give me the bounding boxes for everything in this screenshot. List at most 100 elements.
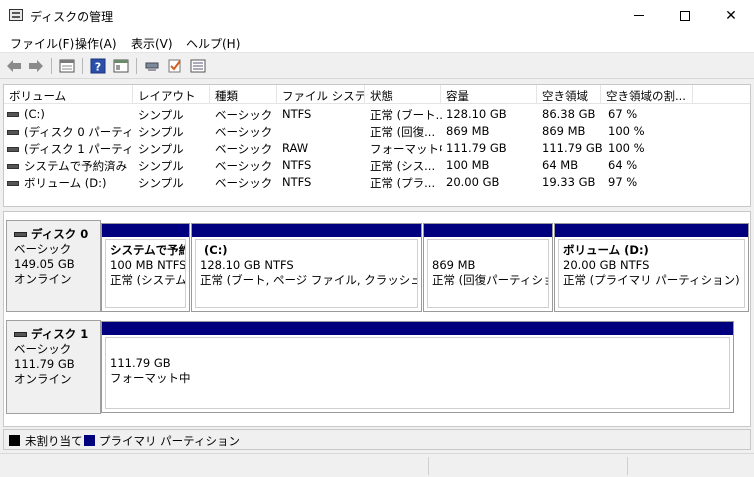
toolbar: ?: [0, 53, 754, 79]
column-header-percent-free[interactable]: 空き領域の割...: [601, 85, 693, 104]
column-header-filesystem[interactable]: ファイル システム: [277, 85, 365, 104]
column-header-capacity[interactable]: 容量: [441, 85, 537, 104]
partition-disk-1-formatting[interactable]: 111.79 GB フォーマット中: [101, 321, 734, 413]
connect-button[interactable]: [143, 57, 161, 75]
disk-0-label[interactable]: ディスク 0 ベーシック 149.05 GB オンライン: [6, 220, 101, 312]
unallocated-swatch: [9, 435, 20, 446]
volume-list-header: ボリューム レイアウト 種類 ファイル システム 状態 容量 空き領域 空き領域…: [4, 85, 750, 104]
table-row[interactable]: (ディスク 0 パーティシ... シンプル ベーシック 正常 (回復... 86…: [4, 122, 750, 140]
table-row[interactable]: (ディスク 1 パーティシ... シンプル ベーシック RAW フォーマット中 …: [4, 139, 750, 156]
volume-list[interactable]: ボリューム レイアウト 種類 ファイル システム 状態 容量 空き領域 空き領域…: [3, 84, 751, 207]
layout-cell: シンプル: [138, 125, 184, 139]
disk-graphical-view[interactable]: ディスク 0 ベーシック 149.05 GB オンライン システムで予約 100…: [3, 211, 751, 427]
layout-cell: シンプル: [138, 108, 184, 122]
partition-d-drive[interactable]: ボリューム (D:) 20.00 GB NTFS 正常 (プライマリ パーティシ…: [554, 223, 749, 312]
filesystem-cell: NTFS: [282, 107, 312, 121]
close-button[interactable]: ✕: [708, 0, 754, 31]
partition-recovery[interactable]: 869 MB 正常 (回復パーティション: [423, 223, 553, 312]
menu-bar: ファイル(F) 操作(A) 表示(V) ヘルプ(H): [0, 31, 754, 53]
check-button[interactable]: [166, 57, 184, 75]
volume-icon: [7, 112, 19, 117]
help-button[interactable]: ?: [89, 57, 107, 75]
volume-name-cell: (ディスク 0 パーティシ...: [7, 124, 133, 140]
maximize-button[interactable]: [662, 0, 708, 31]
primary-partition-bar: [424, 224, 552, 237]
disk-0-name: ディスク 0: [14, 227, 100, 242]
primary-partition-swatch: [84, 435, 95, 446]
partition-size: 869 MB: [432, 258, 476, 272]
maximize-icon: [680, 10, 690, 21]
partition-name: (C:): [204, 243, 228, 257]
type-cell: ベーシック: [215, 159, 273, 173]
disk-1-label[interactable]: ディスク 1 ベーシック 111.79 GB オンライン: [6, 320, 101, 414]
partition-c-drive[interactable]: (C:) 128.10 GB NTFS 正常 (ブート, ページ ファイル, ク…: [191, 223, 422, 312]
toolbar-separator: [51, 58, 52, 74]
volume-icon: [7, 164, 19, 169]
svg-text:?: ?: [95, 61, 101, 74]
free-space-cell: 111.79 GB: [542, 141, 602, 155]
connect-icon: [145, 62, 159, 71]
legend-bar: 未割り当て プライマリ パーティション: [3, 429, 751, 450]
forward-button[interactable]: [27, 57, 45, 75]
partition-status: 正常 (回復パーティション: [432, 273, 548, 287]
percent-free-cell: 100 %: [608, 141, 645, 155]
partition-status: フォーマット中: [110, 371, 191, 385]
partition-size: 111.79 GB: [110, 356, 171, 370]
partition-info: システムで予約 100 MB NTFS 正常 (システム,: [105, 239, 186, 308]
list-view-button[interactable]: [189, 57, 207, 75]
title-bar: ディスクの管理 ✕: [0, 0, 754, 31]
disk-0-status: オンライン: [14, 272, 72, 286]
menu-view[interactable]: 表示(V): [131, 35, 173, 52]
table-row[interactable]: ボリューム (D:) シンプル ベーシック NTFS 正常 (プラ... 20.…: [4, 173, 750, 191]
table-row[interactable]: システムで予約済み シンプル ベーシック NTFS 正常 (シス... 100 …: [4, 156, 750, 173]
partition-info: ボリューム (D:) 20.00 GB NTFS 正常 (プライマリ パーティシ…: [558, 239, 745, 308]
partition-info: 869 MB 正常 (回復パーティション: [427, 239, 549, 308]
type-cell: ベーシック: [215, 125, 273, 139]
status-cell: フォーマット中: [370, 142, 442, 156]
partition-name: ボリューム (D:): [563, 243, 649, 257]
volume-icon: [7, 130, 19, 135]
status-divider: [428, 457, 429, 475]
table-row[interactable]: (C:) シンプル ベーシック NTFS 正常 (ブート... 128.10 G…: [4, 105, 750, 122]
free-space-cell: 869 MB: [542, 124, 586, 138]
disk-icon: [14, 332, 27, 337]
status-cell: 正常 (ブート...: [370, 108, 442, 122]
menu-file[interactable]: ファイル(F): [10, 35, 74, 52]
check-icon: [168, 59, 181, 73]
show-pane-button[interactable]: [112, 57, 130, 75]
volume-icon: [7, 147, 19, 152]
column-header-free-space[interactable]: 空き領域: [537, 85, 601, 104]
partition-status: 正常 (プライマリ パーティション): [563, 273, 740, 287]
layout-cell: シンプル: [138, 142, 184, 156]
partition-system-reserved[interactable]: システムで予約 100 MB NTFS 正常 (システム,: [101, 223, 190, 312]
column-header-layout[interactable]: レイアウト: [133, 85, 210, 104]
layout-cell: シンプル: [138, 176, 184, 190]
capacity-cell: 128.10 GB: [446, 107, 507, 121]
disk-icon: [14, 232, 27, 237]
disk-1-status: オンライン: [14, 372, 72, 386]
status-cell: 正常 (回復...: [370, 125, 436, 139]
percent-free-cell: 67 %: [608, 107, 638, 121]
list-icon: [190, 59, 206, 73]
minimize-button[interactable]: [616, 0, 662, 31]
column-header-volume[interactable]: ボリューム: [4, 85, 133, 104]
status-cell: 正常 (プラ...: [370, 176, 436, 190]
disk-0-size: 149.05 GB: [14, 257, 75, 271]
filesystem-cell: RAW: [282, 141, 309, 155]
back-button[interactable]: [5, 57, 23, 75]
legend-unallocated: 未割り当て: [25, 434, 83, 448]
disk-1-type: ベーシック: [14, 342, 72, 356]
menu-help[interactable]: ヘルプ(H): [186, 35, 240, 52]
menu-action[interactable]: 操作(A): [75, 35, 117, 52]
volume-name-cell: ボリューム (D:): [7, 175, 133, 191]
column-header-status[interactable]: 状態: [365, 85, 441, 104]
volume-name-cell: (C:): [7, 107, 133, 121]
layout-cell: シンプル: [138, 159, 184, 173]
filesystem-cell: NTFS: [282, 175, 312, 189]
column-header-type[interactable]: 種類: [210, 85, 277, 104]
minimize-icon: [634, 15, 644, 16]
partition-name: [432, 243, 544, 258]
capacity-cell: 869 MB: [446, 124, 490, 138]
show-hide-console-button[interactable]: [58, 57, 76, 75]
toolbar-separator: [136, 58, 137, 74]
